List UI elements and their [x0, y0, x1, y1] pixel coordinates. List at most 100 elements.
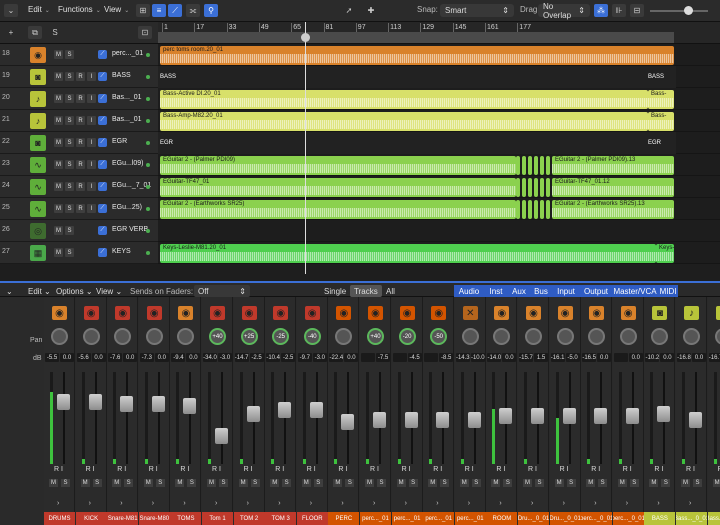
functions-menu[interactable]: Functions ⌄ — [58, 5, 101, 14]
volume-value[interactable]: 0.0 — [628, 353, 643, 362]
view-menu[interactable]: View ⌄ — [104, 5, 129, 14]
volume-value[interactable]: -7.5 — [376, 353, 390, 362]
drum-icon[interactable]: ◉ — [241, 306, 257, 320]
chevron-right-icon[interactable]: › — [247, 500, 249, 507]
pan-knob[interactable] — [556, 328, 574, 345]
drum-icon[interactable]: ◉ — [557, 306, 573, 320]
mixer-view-menu[interactable]: View ⌄ — [92, 285, 126, 297]
add-track-icon[interactable]: + — [4, 26, 18, 39]
record-button[interactable]: R — [76, 182, 85, 191]
flex-icon[interactable]: ⟗ — [186, 4, 200, 17]
mixer-filter-tab[interactable]: MIDI — [658, 285, 678, 297]
volume-value[interactable]: 0.0 — [344, 353, 359, 362]
chevron-right-icon[interactable]: › — [594, 500, 596, 507]
mixer-filter-tab[interactable]: Inst — [484, 285, 508, 297]
track-name[interactable]: EGR VERB — [112, 226, 148, 233]
volume-fader[interactable] — [531, 408, 544, 424]
mixer-filter-tab[interactable]: Input — [552, 285, 580, 297]
mute-button[interactable]: M — [49, 479, 58, 487]
mute-button[interactable]: M — [459, 479, 469, 487]
audio-region[interactable] — [516, 156, 520, 175]
chevron-right-icon[interactable]: › — [436, 500, 438, 507]
volume-fader[interactable] — [467, 412, 481, 428]
snap-select[interactable]: Smart ⇕ — [440, 4, 514, 17]
track-header[interactable]: 24 ∿ M S R I ⟋ EGu..._7_01 — [0, 176, 158, 198]
mute-button[interactable]: M — [175, 479, 185, 487]
track-lane[interactable]: EGuitar 2 - (Earthworks SR25) EGuitar 2 … — [158, 198, 720, 220]
mute-button[interactable]: M — [523, 479, 532, 487]
volume-value[interactable]: 0.0 — [186, 353, 201, 362]
bass-stack-icon[interactable]: ◙ — [652, 306, 668, 320]
channel-name[interactable]: perc..._0_01 — [612, 512, 644, 525]
mute-button[interactable]: M — [54, 72, 63, 81]
mute-button[interactable]: M — [333, 479, 343, 487]
input-monitor-button[interactable]: I — [87, 204, 96, 213]
input-monitor-button[interactable]: I — [87, 94, 96, 103]
drum-icon[interactable]: ◉ — [304, 306, 320, 320]
automation-icon[interactable]: ⟋ — [98, 72, 107, 81]
record-input-buttons[interactable]: R I — [402, 466, 411, 473]
channel-name[interactable]: FLOOR — [296, 512, 328, 525]
mixer-filter-tab[interactable]: Audio — [454, 285, 484, 297]
pan-knob[interactable] — [588, 328, 606, 345]
volume-fader[interactable] — [657, 405, 671, 422]
solo-button[interactable]: S — [440, 479, 450, 487]
volume-fader[interactable] — [57, 394, 70, 411]
track-header[interactable]: 26 ◎ M S ⟋ EGR VERB — [0, 220, 158, 242]
audio-region[interactable]: Keys-Leslie-M81.20_01 — [160, 244, 656, 263]
drum-icon[interactable]: ◉ — [273, 306, 289, 320]
global-tracks-icon[interactable]: ⊡ — [138, 26, 152, 39]
chevron-right-icon[interactable]: › — [57, 500, 59, 507]
record-input-buttons[interactable]: R I — [244, 466, 253, 473]
pan-knob[interactable] — [461, 328, 479, 345]
zoom-slider-handle[interactable] — [684, 6, 693, 15]
mixer-options-menu[interactable]: Options ⌄ — [52, 285, 97, 297]
pencil-tool-icon[interactable]: ✚ — [364, 4, 378, 17]
drum-icon[interactable]: ◉ — [494, 306, 510, 320]
track-stack-region[interactable]: BASS — [646, 66, 676, 88]
audio-region[interactable] — [528, 156, 532, 175]
record-input-buttons[interactable]: R I — [86, 466, 95, 473]
record-button[interactable]: R — [76, 72, 85, 81]
record-button[interactable]: R — [76, 94, 85, 103]
drum-icon[interactable]: ◉ — [146, 306, 162, 320]
pan-knob[interactable] — [82, 328, 100, 345]
guitar-icon[interactable]: ♪ — [715, 306, 720, 320]
audio-region[interactable] — [522, 178, 526, 197]
zoom-out-icon[interactable]: ⊟ — [630, 4, 644, 17]
chevron-right-icon[interactable]: › — [468, 500, 470, 507]
drum-icon[interactable]: ◉ — [431, 306, 447, 320]
input-monitor-button[interactable]: I — [87, 138, 96, 147]
drum-icon[interactable]: ◉ — [336, 306, 352, 320]
volume-fader[interactable] — [499, 408, 513, 424]
record-input-buttons[interactable]: R I — [560, 466, 569, 473]
track-header[interactable]: 20 ♪ M S R I ⟋ Bas..._01 — [0, 88, 158, 110]
chevron-down-icon[interactable]: ⌄ — [4, 4, 18, 17]
track-lane[interactable]: Bass-Active DI.20_01 Bass- — [158, 88, 720, 110]
waveform-zoom-icon[interactable]: ⊪ — [612, 4, 626, 17]
chevron-right-icon[interactable]: › — [89, 500, 91, 507]
list-view-icon[interactable]: ≡ — [152, 4, 166, 17]
track-header[interactable]: 21 ♪ M S R I ⟋ Bas..._01 — [0, 110, 158, 132]
channel-name[interactable]: Dru..._0_01 — [549, 512, 581, 525]
track-name[interactable]: KEYS — [112, 248, 131, 255]
zoom-slider[interactable] — [650, 10, 708, 12]
volume-fader[interactable] — [309, 402, 323, 419]
channel-name[interactable]: BASS — [644, 512, 676, 525]
solo-button[interactable]: S — [124, 479, 134, 487]
automation-icon[interactable]: ⟋ — [98, 160, 107, 169]
audio-region[interactable] — [546, 178, 550, 197]
channel-name[interactable]: Dru..._0_01 — [518, 512, 549, 525]
mute-button[interactable]: M — [649, 479, 659, 487]
audio-region[interactable] — [528, 178, 532, 197]
pan-knob[interactable] — [145, 328, 163, 345]
mute-button[interactable]: M — [54, 138, 63, 147]
volume-fader[interactable] — [341, 413, 355, 430]
drum-icon[interactable]: ◉ — [399, 306, 415, 320]
mute-button[interactable]: M — [54, 226, 63, 235]
audio-region[interactable]: EGuitar-TF47_01.12 — [552, 178, 674, 197]
mixer-filter-tab[interactable]: Output — [580, 285, 612, 297]
volume-fader[interactable] — [594, 408, 608, 424]
input-monitor-button[interactable]: I — [87, 72, 96, 81]
pan-knob[interactable] — [651, 328, 669, 345]
